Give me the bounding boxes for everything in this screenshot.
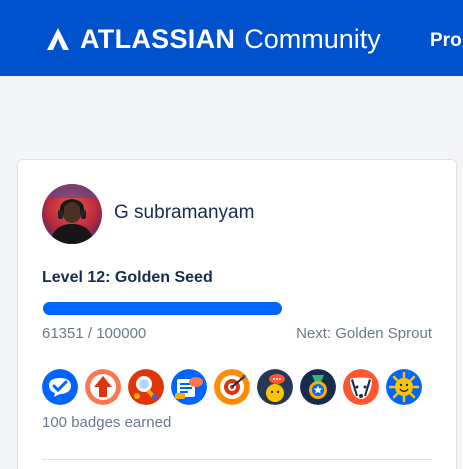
brand-name: ATLASSIAN xyxy=(80,23,236,54)
user-avatar[interactable] xyxy=(42,184,102,244)
card-divider xyxy=(42,459,432,460)
points-progress-text: 61351 / 100000 xyxy=(42,325,147,342)
star-medal-badge-icon[interactable] xyxy=(300,369,336,405)
person-speech-badge-icon[interactable] xyxy=(257,369,293,405)
checkmark-chat-badge-icon[interactable] xyxy=(42,369,78,405)
user-profile-card: G subramanyam Level 12: Golden Seed 6135… xyxy=(17,159,457,469)
document-chat-badge-icon[interactable] xyxy=(171,369,207,405)
user-name[interactable]: G subramanyam xyxy=(114,202,254,224)
target-arrow-badge-icon[interactable] xyxy=(214,369,250,405)
brand-subtitle: Community xyxy=(244,23,381,54)
badges-row xyxy=(42,369,422,405)
atlassian-community-home-link[interactable]: ATLASSIAN Community xyxy=(46,22,381,56)
arrow-up-badge-icon[interactable] xyxy=(85,369,121,405)
level-title: Level 12: Golden Seed xyxy=(42,269,213,286)
top-navigation-bar: ATLASSIAN Community Pro xyxy=(0,0,463,76)
nav-item-products[interactable]: Pro xyxy=(430,30,462,52)
smiling-sun-badge-icon[interactable] xyxy=(386,369,422,405)
atlassian-logo-icon xyxy=(47,28,69,50)
magnifier-people-badge-icon[interactable] xyxy=(128,369,164,405)
level-progress-bar xyxy=(43,302,433,315)
badges-earned-link[interactable]: 100 badges earned xyxy=(42,414,171,431)
level-progress-fill xyxy=(43,302,283,315)
next-level-text: Next: Golden Sprout xyxy=(296,325,432,342)
badger-badge-icon[interactable] xyxy=(343,369,379,405)
